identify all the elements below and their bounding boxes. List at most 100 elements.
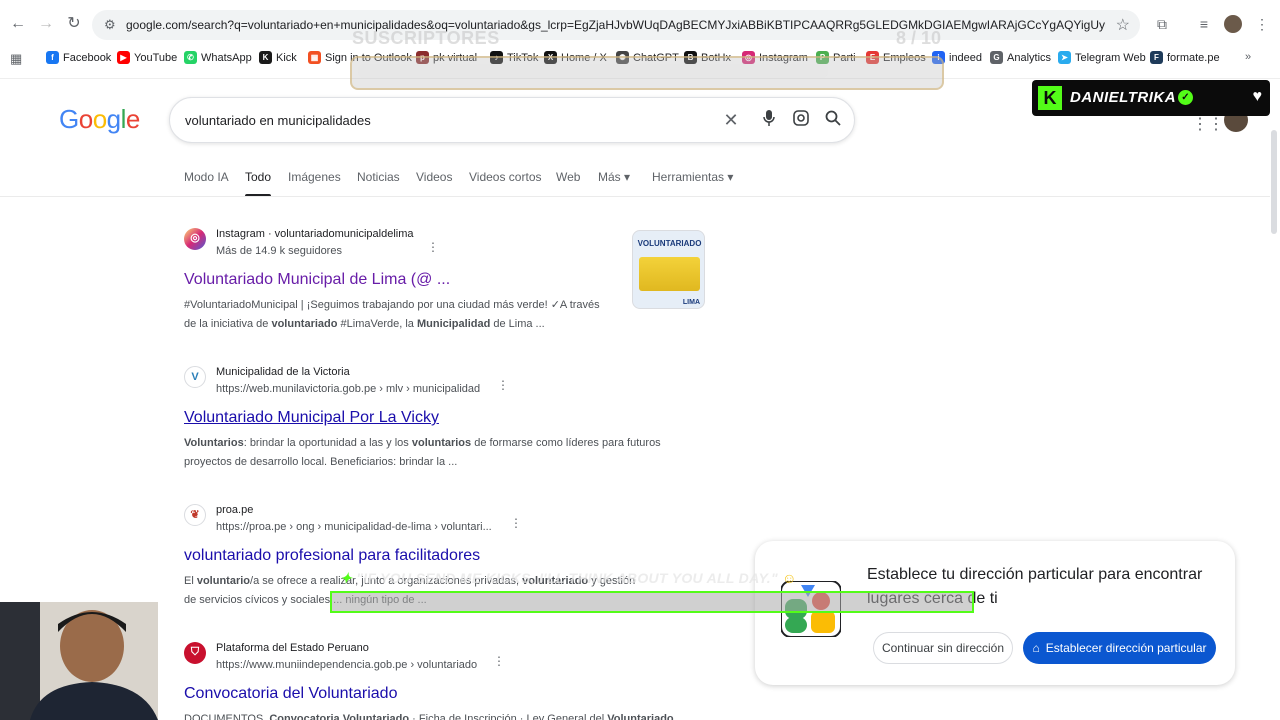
- kick-logo-icon: K: [1038, 86, 1062, 110]
- tab-mas[interactable]: Más ▾: [598, 170, 630, 184]
- result-title-link[interactable]: Voluntariado Municipal de Lima (@ ...: [184, 271, 450, 289]
- result-more-icon[interactable]: ⋮: [510, 516, 522, 530]
- tab-modo-ia[interactable]: Modo IA: [184, 170, 229, 184]
- tab-noticias[interactable]: Noticias: [357, 170, 400, 184]
- clear-icon[interactable]: ✕: [720, 109, 742, 131]
- tab-videos[interactable]: Videos: [416, 170, 452, 184]
- address-url[interactable]: google.com/search?q=voluntariado+en+muni…: [126, 18, 1106, 32]
- youtube-icon: ▶: [117, 51, 130, 64]
- tab-web[interactable]: Web: [556, 170, 580, 184]
- result-site-name: Municipalidad de la Victoria: [216, 366, 350, 378]
- subs-goal-fill: [358, 64, 828, 78]
- victoria-logo-icon: V: [184, 366, 206, 388]
- subs-goal-bar: [350, 56, 944, 90]
- subs-goal-count: 8 / 10: [896, 28, 942, 48]
- result-snippet: DOCUMENTOS. Convocatoria Voluntariado · …: [184, 713, 686, 720]
- instagram-icon: ◎: [184, 228, 206, 250]
- media-icon[interactable]: ≡: [1194, 14, 1214, 34]
- browser-toolbar: ← → ↻ ⚙ google.com/search?q=voluntariado…: [0, 0, 1280, 48]
- smiley-icon: ☺: [782, 570, 797, 586]
- result-more-icon[interactable]: ⋮: [493, 654, 505, 668]
- stream-alert-message: ✦ "IF YOU SEND ME KICKS, I'LL THINK ABOU…: [340, 570, 797, 586]
- kick-icon: K: [259, 51, 272, 64]
- heart-icon: ♥: [1252, 88, 1263, 105]
- kick-channel-badge: K DANIELTRIKA ✓ ♥: [1032, 80, 1270, 116]
- bookmark-label: indeed: [949, 51, 983, 64]
- telegram-icon: ➤: [1058, 51, 1071, 64]
- continue-without-address-button[interactable]: Continuar sin dirección: [873, 632, 1013, 664]
- forward-icon[interactable]: →: [36, 14, 56, 34]
- search-icon[interactable]: [822, 109, 844, 131]
- bookmark-facebook[interactable]: f Facebook: [46, 51, 111, 64]
- facebook-icon: f: [46, 51, 59, 64]
- verified-icon: ✓: [1178, 90, 1193, 105]
- result-more-icon[interactable]: ⋮: [497, 378, 509, 392]
- extensions-icon[interactable]: ⧉: [1152, 14, 1172, 34]
- bookmark-label: Facebook: [63, 51, 112, 64]
- streamer-camera-image: [0, 602, 158, 720]
- tab-videos-cortos[interactable]: Videos cortos: [469, 170, 542, 184]
- result-site-name: Plataforma del Estado Peruano: [216, 642, 369, 654]
- tabs-divider: [0, 196, 1270, 197]
- proa-icon: ❦: [184, 504, 206, 526]
- reload-icon[interactable]: ↻: [64, 14, 84, 34]
- analytics-icon: G: [990, 51, 1003, 64]
- back-icon[interactable]: ←: [8, 14, 28, 34]
- result-cite: Más de 14.9 k seguidores: [216, 245, 342, 257]
- google-logo[interactable]: Google: [59, 104, 140, 135]
- home-address-popup: Establece tu dirección particular para e…: [755, 541, 1235, 685]
- menu-icon[interactable]: ⋮: [1252, 14, 1272, 34]
- bookmark-label: Analytics: [1007, 51, 1052, 64]
- search-query[interactable]: voluntariado en municipalidades: [185, 113, 371, 128]
- home-icon: ⌂: [1032, 641, 1040, 655]
- tab-imagenes[interactable]: Imágenes: [288, 170, 341, 184]
- result-title-link[interactable]: voluntariado profesional para facilitado…: [184, 547, 480, 565]
- result-site-name: Instagram · voluntariadomunicipaldelima: [216, 228, 414, 240]
- bookmark-star-icon[interactable]: ☆: [1116, 15, 1130, 35]
- bookmark-youtube[interactable]: ▶ YouTube: [117, 51, 177, 64]
- result-more-icon[interactable]: ⋮: [427, 240, 439, 254]
- result-snippet: #VoluntariadoMunicipal | ¡Seguimos traba…: [184, 299, 600, 311]
- bookmark-label: formate.pe: [1167, 51, 1220, 64]
- bookmark-formate-pe[interactable]: Fformate.pe: [1150, 51, 1220, 64]
- bookmark-label: WhatsApp: [201, 51, 252, 64]
- result-site-name: proa.pe: [216, 504, 254, 516]
- site-info-icon[interactable]: ⚙: [104, 17, 116, 33]
- webcam-feed: [0, 602, 158, 720]
- result-cite: https://www.muniindependencia.gob.pe › v…: [216, 659, 478, 671]
- tab-herramientas[interactable]: Herramientas ▾: [652, 170, 733, 184]
- result-snippet: Voluntarios: brindar la oportunidad a la…: [184, 437, 661, 449]
- set-home-address-label: Establecer dirección particular: [1045, 641, 1207, 655]
- microphone-icon[interactable]: [758, 109, 780, 131]
- bookmark-telegram-web[interactable]: ➤ Telegram Web: [1058, 51, 1146, 64]
- bookmark-whatsapp[interactable]: ✆ WhatsApp: [184, 51, 252, 64]
- stream-alert-bar: [330, 591, 974, 613]
- result-title-link[interactable]: Convocatoria del Voluntariado: [184, 685, 397, 703]
- microsoft-icon: ▦: [308, 51, 321, 64]
- result-thumbnail[interactable]: VOLUNTARIADO LIMA: [632, 230, 705, 309]
- bookmark-label: YouTube: [134, 51, 178, 64]
- lens-icon[interactable]: [790, 109, 812, 131]
- result-snippet: de la iniciativa de voluntariado #LimaVe…: [184, 318, 545, 330]
- result-cite: https://proa.pe › ong › municipalidad-de…: [216, 521, 492, 533]
- result-cite: https://web.munilavictoria.gob.pe › mlv …: [216, 383, 481, 395]
- profile-avatar[interactable]: [1224, 15, 1242, 33]
- more-bookmarks-icon[interactable]: »: [1245, 51, 1251, 63]
- apps-grid-icon[interactable]: ▦: [10, 51, 22, 67]
- bookmark-label: Telegram Web: [1075, 51, 1146, 64]
- whatsapp-icon: ✆: [184, 51, 197, 64]
- result-title-link[interactable]: Voluntariado Municipal Por La Vicky: [184, 409, 439, 427]
- star-icon: ✦: [340, 570, 353, 586]
- page-scrollbar[interactable]: [1271, 130, 1277, 234]
- tab-todo[interactable]: Todo: [245, 170, 272, 197]
- set-home-address-button[interactable]: ⌂ Establecer dirección particular: [1023, 632, 1216, 664]
- bookmark-analytics[interactable]: G Analytics: [990, 51, 1051, 64]
- result-snippet: proyectos de desarrollo local. Beneficia…: [184, 456, 458, 468]
- subs-goal-label: SUSCRIPTORES: [352, 28, 500, 48]
- bookmark-kick[interactable]: K Kick: [259, 51, 297, 64]
- address-bar[interactable]: ⚙ google.com/search?q=voluntariado+en+mu…: [92, 10, 1140, 40]
- search-box[interactable]: voluntariado en municipalidades ✕: [169, 97, 855, 143]
- bookmark-label: Kick: [276, 51, 297, 64]
- kick-channel-name: DANIELTRIKA: [1070, 89, 1177, 106]
- formate-icon: F: [1150, 51, 1163, 64]
